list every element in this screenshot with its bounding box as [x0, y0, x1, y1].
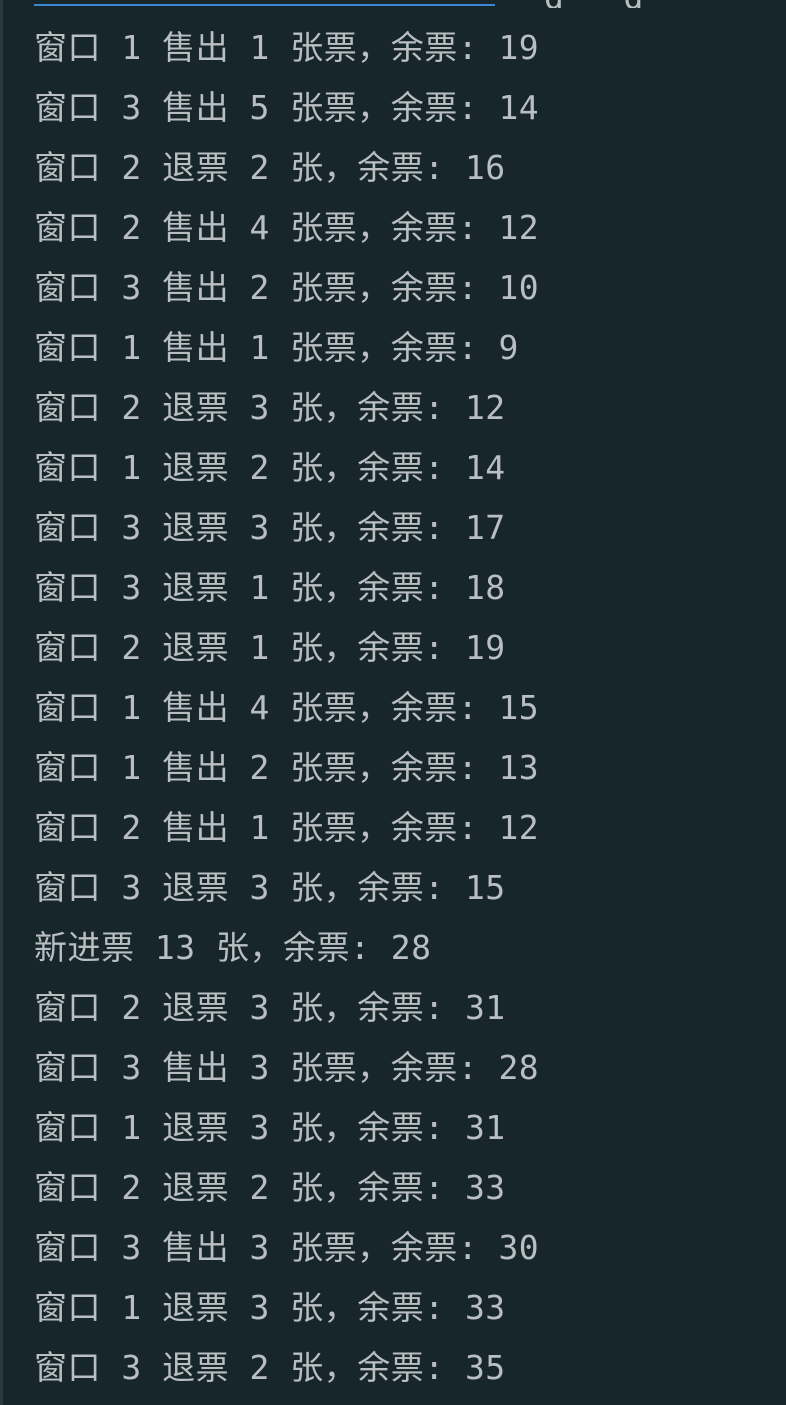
log-line: 窗口 1 售出 2 张票，余票: 13 [34, 748, 540, 787]
log-line: 窗口 2 退票 2 张，余票: 33 [34, 1168, 506, 1207]
console-log: 窗口 1 售出 1 张票，余票: 19 窗口 3 售出 5 张票，余票: 14 … [34, 18, 539, 1398]
log-line: 窗口 3 退票 2 张，余票: 35 [34, 1348, 506, 1387]
log-line: 窗口 3 退票 3 张，余票: 15 [34, 868, 506, 907]
log-line: 窗口 3 售出 3 张票，余票: 30 [34, 1228, 540, 1267]
log-line: 窗口 1 退票 2 张，余票: 14 [34, 448, 506, 487]
log-line: 窗口 2 退票 2 张，余票: 16 [34, 148, 506, 187]
log-line: 窗口 1 退票 3 张，余票: 31 [34, 1108, 506, 1147]
log-line: 窗口 3 售出 2 张票，余票: 10 [34, 268, 540, 307]
console-output-panel[interactable]: g g 窗口 1 售出 1 张票，余票: 19 窗口 3 售出 5 张票，余票:… [0, 0, 786, 1405]
log-line: 窗口 3 退票 1 张，余票: 18 [34, 568, 506, 607]
clipped-line-text: g g [544, 0, 643, 8]
log-line: 窗口 2 售出 4 张票，余票: 12 [34, 208, 540, 247]
log-line: 窗口 2 退票 3 张，余票: 31 [34, 988, 506, 1027]
log-line: 窗口 1 售出 1 张票，余票: 19 [34, 28, 540, 67]
file-link-underline[interactable] [34, 4, 495, 6]
log-line: 窗口 1 售出 1 张票，余票: 9 [34, 328, 519, 367]
log-line: 窗口 3 售出 5 张票，余票: 14 [34, 88, 540, 127]
log-line: 新进票 13 张，余票: 28 [34, 928, 432, 967]
log-line: 窗口 2 退票 1 张，余票: 19 [34, 628, 506, 667]
log-line: 窗口 1 退票 3 张，余票: 33 [34, 1288, 506, 1327]
log-line: 窗口 1 售出 4 张票，余票: 15 [34, 688, 540, 727]
log-line: 窗口 3 售出 3 张票，余票: 28 [34, 1048, 540, 1087]
clipped-previous-line: g g [34, 0, 734, 8]
log-line: 窗口 3 退票 3 张，余票: 17 [34, 508, 506, 547]
console-gutter [0, 0, 3, 1405]
log-line: 窗口 2 售出 1 张票，余票: 12 [34, 808, 540, 847]
log-line: 窗口 2 退票 3 张，余票: 12 [34, 388, 506, 427]
